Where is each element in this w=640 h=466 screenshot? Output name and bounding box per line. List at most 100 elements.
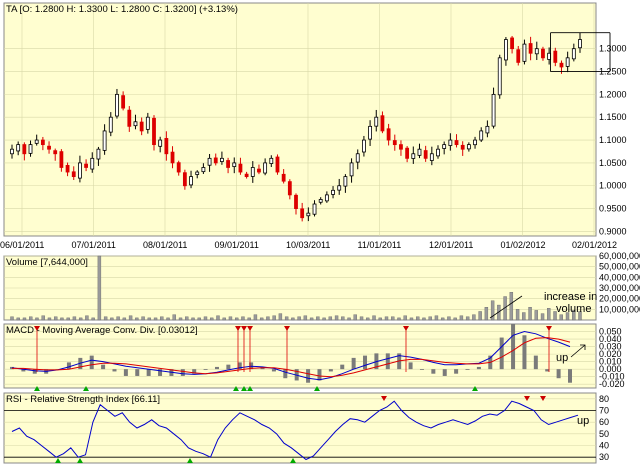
candle-body (263, 162, 268, 174)
volume-bar (465, 316, 470, 321)
volume-bar (547, 308, 551, 321)
candle-body (380, 115, 385, 132)
candle-body (337, 185, 342, 191)
candle-body (170, 151, 175, 164)
macd-histogram-bar (511, 324, 516, 370)
macd-histogram-bar (226, 364, 231, 370)
candle-body (145, 116, 150, 130)
volume-bar (29, 316, 33, 321)
candle-body (34, 139, 39, 144)
macd-histogram-bar (112, 369, 117, 372)
volume-bar (422, 317, 426, 321)
macd-histogram-bar (180, 369, 185, 376)
candle-body (182, 172, 187, 187)
volume-bar (291, 317, 295, 321)
volume-bar (384, 316, 389, 321)
volume-bar (110, 317, 114, 321)
candle-body (78, 162, 82, 179)
macd-histogram-bar (101, 364, 106, 370)
candle-body (386, 128, 391, 141)
macd-histogram-bar (214, 366, 219, 370)
candle-body (534, 48, 539, 55)
volume-bar (453, 317, 457, 321)
date-tick-label: 11/01/2011 (358, 240, 402, 250)
volume-bar (216, 315, 220, 321)
date-tick-label: 08/01/2011 (143, 240, 187, 250)
candle-body (460, 144, 465, 150)
candle-body (355, 153, 360, 163)
volume-bar (172, 314, 176, 321)
date-tick-label: 09/01/2011 (215, 240, 259, 250)
volume-bar (391, 316, 395, 321)
volume-bar (409, 317, 414, 321)
rsi-tick-label: 30 (599, 452, 609, 462)
candle-body (362, 139, 366, 153)
candle-body (485, 125, 490, 134)
candle-body (207, 157, 212, 166)
macd-histogram-bar (385, 353, 390, 370)
candle-body (479, 130, 484, 141)
price-tick-label: 0.9000 (599, 226, 627, 236)
candle-body (331, 189, 335, 195)
volume-bar (353, 314, 357, 321)
macd-histogram-bar (522, 335, 527, 370)
candle-body (559, 62, 564, 68)
volume-bar (559, 314, 563, 321)
volume-bar (135, 317, 139, 321)
candle-body (238, 163, 243, 173)
candle-body (158, 139, 163, 147)
volume-tick-label: 20,000,000 (599, 294, 640, 304)
volume-bar (228, 316, 233, 321)
volume-bar (434, 315, 439, 321)
candle-body (306, 212, 311, 217)
candle-body (195, 171, 200, 175)
volume-bar (266, 316, 270, 321)
price-tick-label: 1.2500 (599, 67, 627, 77)
volume-bar (116, 316, 120, 321)
candle-body (275, 156, 280, 173)
volume-bar (366, 317, 370, 321)
macd-histogram-bar (363, 355, 368, 370)
volume-bar (91, 317, 95, 321)
price-title: TA [O: 1.2800 H: 1.3300 L: 1.2800 C: 1.3… (6, 4, 238, 15)
price-tick-label: 1.0000 (599, 181, 627, 191)
volume-bar (328, 316, 333, 321)
volume-bar (334, 315, 339, 321)
date-tick-label: 06/01/2011 (0, 240, 44, 250)
macd-histogram-bar (271, 369, 276, 372)
rsi-tick-label: 70 (599, 406, 609, 416)
macd-histogram-bar (123, 369, 128, 376)
macd-histogram-bar (556, 369, 561, 379)
volume-bar (160, 316, 164, 321)
volume-bar (66, 317, 70, 321)
date-axis: 06/01/2011 07/01/2011 08/01/2011 09/01/2011… (0, 240, 617, 250)
candle-body (318, 199, 323, 203)
candle-body (28, 144, 33, 154)
candle-body (201, 167, 206, 173)
volume-bar (241, 316, 245, 321)
candle-body (429, 153, 434, 161)
date-tick-label: 01/02/2012 (501, 240, 546, 250)
volume-bar (166, 317, 170, 321)
volume-bar (397, 317, 401, 321)
volume-tick-label: 10,000,000 (599, 304, 640, 314)
candle-body (399, 144, 403, 150)
volume-annotation-line1: increase in (544, 291, 597, 303)
volume-bar (103, 316, 108, 321)
volume-bar (459, 315, 464, 321)
volume-bar (416, 316, 420, 321)
volume-bar (528, 307, 532, 321)
price-tick-label: 1.3000 (599, 44, 627, 54)
macd-histogram-bar (135, 369, 140, 376)
candle-body (504, 39, 508, 61)
volume-bar (316, 316, 320, 321)
candle-body (528, 43, 533, 54)
candle-body (96, 148, 101, 160)
volume-bar (297, 316, 301, 321)
volume-bar (403, 315, 407, 321)
volume-bar (141, 316, 145, 321)
volume-bar (372, 315, 376, 321)
candle-body (226, 160, 230, 168)
candle-body (448, 139, 453, 146)
rsi-tick-label: 40 (599, 441, 609, 451)
